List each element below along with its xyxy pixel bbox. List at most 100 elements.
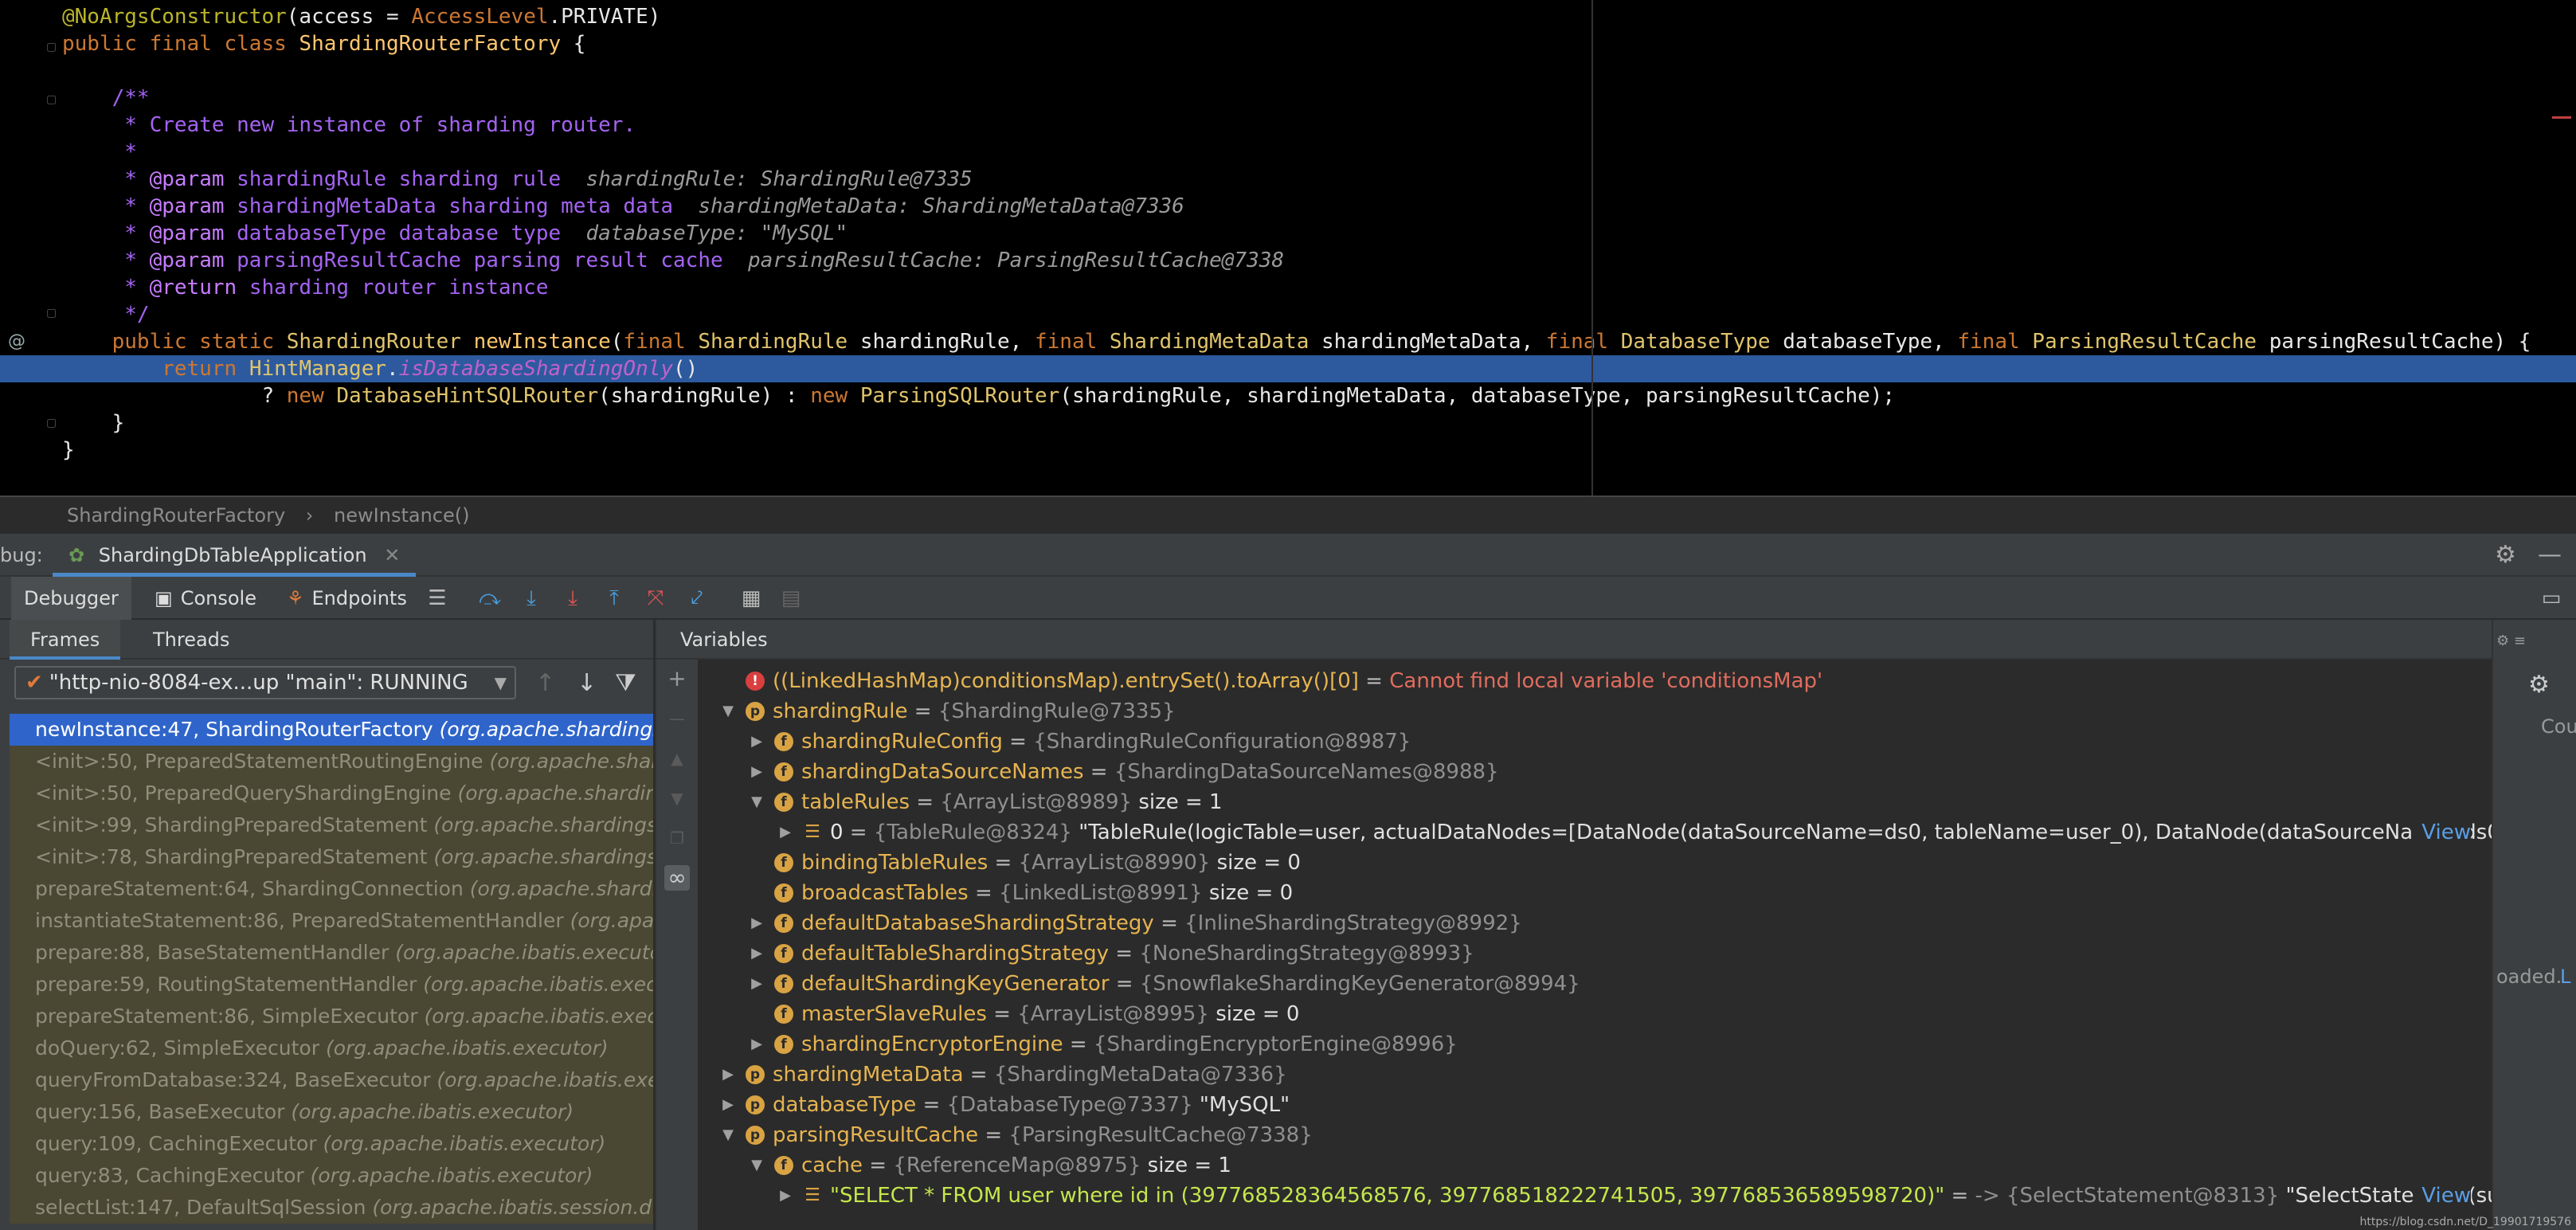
settings-small-icon[interactable]: ⚙ ≡: [2496, 633, 2526, 649]
variable-row[interactable]: ▶ ☰ "SELECT * FROM user where id in (39776…: [699, 1181, 2496, 1211]
variable-row[interactable]: ▶ f shardingDataSourceNames = {ShardingDat…: [699, 757, 2496, 787]
collapsed-arrow-icon[interactable]: ▶: [749, 1029, 765, 1060]
frame-item[interactable]: <init>:78, ShardingPreparedStatement (or…: [10, 841, 653, 873]
gear-icon[interactable]: ⚙: [2528, 671, 2550, 699]
move-down-icon[interactable]: ▼: [664, 785, 690, 811]
frame-item[interactable]: prepare:88, BaseStatementHandler (org.ap…: [10, 937, 653, 969]
frame-item[interactable]: prepareStatement:86, SimpleExecutor (org…: [10, 1001, 653, 1032]
code-line[interactable]: * @param parsingResultCache parsing resu…: [0, 247, 2576, 274]
collapsed-arrow-icon[interactable]: ▶: [720, 1090, 736, 1120]
restore-layout-icon[interactable]: ▭: [2538, 585, 2565, 612]
variable-row[interactable]: ! ((LinkedHashMap)conditionsMap).entrySet…: [699, 666, 2496, 696]
code-line[interactable]: */: [0, 301, 2576, 328]
tab-threads[interactable]: Threads: [132, 620, 250, 660]
tab-endpoints[interactable]: ⚘ Endpoints: [274, 577, 420, 620]
drop-frame-icon[interactable]: ⤧: [642, 585, 669, 612]
expanded-arrow-icon[interactable]: ▼: [720, 1120, 736, 1150]
code-line[interactable]: [0, 57, 2576, 84]
step-into-icon[interactable]: ⤓: [518, 585, 545, 612]
expanded-arrow-icon[interactable]: ▼: [720, 696, 736, 727]
frame-item[interactable]: prepareStatement:64, ShardingConnection …: [10, 873, 653, 905]
variable-row[interactable]: ▼ f tableRules = {ArrayList@8989} size = 1: [699, 787, 2496, 817]
variable-row[interactable]: ▼ p parsingResultCache = {ParsingResultCac…: [699, 1120, 2496, 1150]
add-watch-icon[interactable]: +: [664, 666, 690, 691]
frame-item[interactable]: <init>:50, PreparedStatementRoutingEngin…: [10, 746, 653, 778]
arrow-up-icon[interactable]: ↑: [535, 668, 555, 699]
remove-watch-icon[interactable]: —: [664, 706, 690, 731]
layout-menu-icon[interactable]: ☰: [424, 585, 451, 612]
variable-row[interactable]: ▶ p databaseType = {DatabaseType@7337} "My…: [699, 1090, 2496, 1120]
frame-item[interactable]: queryFromDatabase:324, BaseExecutor (org…: [10, 1064, 653, 1096]
frame-item[interactable]: <init>:99, ShardingPreparedStatement (or…: [10, 809, 653, 841]
code-line[interactable]: * @param shardingMetaData sharding meta …: [0, 193, 2576, 220]
collapsed-arrow-icon[interactable]: ▶: [749, 727, 765, 757]
variable-row[interactable]: ▶ f defaultShardingKeyGenerator = {Snowfla…: [699, 969, 2496, 999]
collapsed-arrow-icon[interactable]: ▶: [749, 969, 765, 999]
code-line[interactable]: * @param shardingRule sharding rule shar…: [0, 166, 2576, 193]
evaluate-expression-icon[interactable]: ▦: [738, 585, 765, 612]
step-over-icon[interactable]: ⤼: [476, 585, 503, 612]
variable-row[interactable]: f broadcastTables = {LinkedList@8991} siz…: [699, 878, 2496, 908]
variable-row[interactable]: ▶ f shardingRuleConfig = {ShardingRuleConf…: [699, 727, 2496, 757]
code-line[interactable]: * @param databaseType database type data…: [0, 220, 2576, 247]
frame-item[interactable]: <init>:50, PreparedQueryShardingEngine (…: [10, 778, 653, 809]
code-line[interactable]: *: [0, 139, 2576, 166]
arrow-down-icon[interactable]: ↓: [577, 668, 597, 699]
close-icon[interactable]: ✕: [384, 544, 400, 566]
view-link[interactable]: View: [2414, 817, 2471, 848]
variable-row[interactable]: f masterSlaveRules = {ArrayList@8995} siz…: [699, 999, 2496, 1029]
collapsed-arrow-icon[interactable]: ▶: [749, 938, 765, 969]
frame-item[interactable]: query:109, CachingExecutor (org.apache.i…: [10, 1128, 653, 1160]
breadcrumb-method[interactable]: newInstance(): [334, 504, 469, 527]
code-line[interactable]: * @return sharding router instance: [0, 274, 2576, 301]
expanded-arrow-icon[interactable]: ▼: [749, 787, 765, 817]
code-editor[interactable]: ▢ ▢ ▢ ▢ @ ● @NoArgsConstructor(access = …: [0, 0, 2576, 496]
variable-row[interactable]: ▶ ☰ 0 = {TableRule@8324} "TableRule(logicT…: [699, 817, 2496, 848]
frame-item[interactable]: prepare:59, RoutingStatementHandler (org…: [10, 969, 653, 1001]
step-out-icon[interactable]: ⤒: [601, 585, 628, 612]
tab-debugger[interactable]: Debugger: [11, 577, 131, 620]
code-line[interactable]: /**: [0, 84, 2576, 112]
view-link[interactable]: View: [2414, 1181, 2471, 1211]
breadcrumb-class[interactable]: ShardingRouterFactory: [67, 504, 285, 527]
collapsed-arrow-icon[interactable]: ▶: [749, 757, 765, 787]
minimize-icon[interactable]: —: [2538, 534, 2562, 577]
variable-row[interactable]: ▶ p shardingMetaData = {ShardingMetaData@7…: [699, 1060, 2496, 1090]
variable-row[interactable]: ▼ p shardingRule = {ShardingRule@7335}: [699, 696, 2496, 727]
variable-row[interactable]: ▶ f defaultTableShardingStrategy = {NoneSh…: [699, 938, 2496, 969]
variable-row[interactable]: f bindingTableRules = {ArrayList@8990} si…: [699, 848, 2496, 878]
code-line[interactable]: @NoArgsConstructor(access = AccessLevel.…: [0, 3, 2576, 30]
frame-item[interactable]: newInstance:47, ShardingRouterFactory (o…: [10, 714, 653, 746]
collapsed-arrow-icon[interactable]: ▶: [720, 1060, 736, 1090]
code-line[interactable]: public static ShardingRouter newInstance…: [0, 328, 2576, 355]
frame-item[interactable]: doQuery:62, SimpleExecutor (org.apache.i…: [10, 1032, 653, 1064]
tab-frames[interactable]: Frames: [10, 620, 121, 660]
frame-item[interactable]: query:83, CachingExecutor (org.apache.ib…: [10, 1160, 653, 1192]
force-step-into-icon[interactable]: ⤓: [559, 585, 586, 612]
collapsed-arrow-icon[interactable]: ▶: [777, 1181, 793, 1211]
filter-icon[interactable]: ⧩: [615, 668, 636, 699]
collapsed-arrow-icon[interactable]: ▶: [777, 817, 793, 848]
code-line[interactable]: }: [0, 409, 2576, 437]
tab-console[interactable]: ▣ Console: [142, 577, 269, 620]
error-stripe-marker[interactable]: [2552, 116, 2571, 119]
move-up-icon[interactable]: ▲: [664, 746, 690, 771]
code-line[interactable]: return HintManager.isDatabaseShardingOnl…: [0, 355, 2576, 382]
frame-item[interactable]: instantiateStatement:86, PreparedStateme…: [10, 905, 653, 937]
frame-item[interactable]: query:156, BaseExecutor (org.apache.ibat…: [10, 1096, 653, 1128]
expanded-arrow-icon[interactable]: ▼: [749, 1150, 765, 1181]
trace-stream-icon[interactable]: ▤: [777, 585, 805, 612]
run-to-cursor-icon[interactable]: ⤦: [683, 585, 711, 612]
show-watches-icon[interactable]: ∞: [664, 865, 690, 891]
gear-icon[interactable]: ⚙: [2495, 534, 2516, 577]
code-line[interactable]: }: [0, 437, 2576, 464]
code-line[interactable]: ? new DatabaseHintSQLRouter(shardingRule…: [0, 382, 2576, 409]
copy-icon[interactable]: ❐: [664, 825, 690, 851]
side-panel-link[interactable]: L: [2560, 966, 2570, 988]
thread-select[interactable]: ✔ "http-nio-8084-ex...up "main": RUNNING …: [14, 666, 516, 699]
variable-row[interactable]: ▼ f cache = {ReferenceMap@8975} size = 1: [699, 1150, 2496, 1181]
debug-session-tab[interactable]: ✿ ShardingDbTableApplication ✕: [53, 534, 417, 577]
variable-row[interactable]: ▶ f shardingEncryptorEngine = {ShardingEnc…: [699, 1029, 2496, 1060]
frame-item[interactable]: selectList:147, DefaultSqlSession (org.a…: [10, 1192, 653, 1224]
collapsed-arrow-icon[interactable]: ▶: [749, 908, 765, 938]
